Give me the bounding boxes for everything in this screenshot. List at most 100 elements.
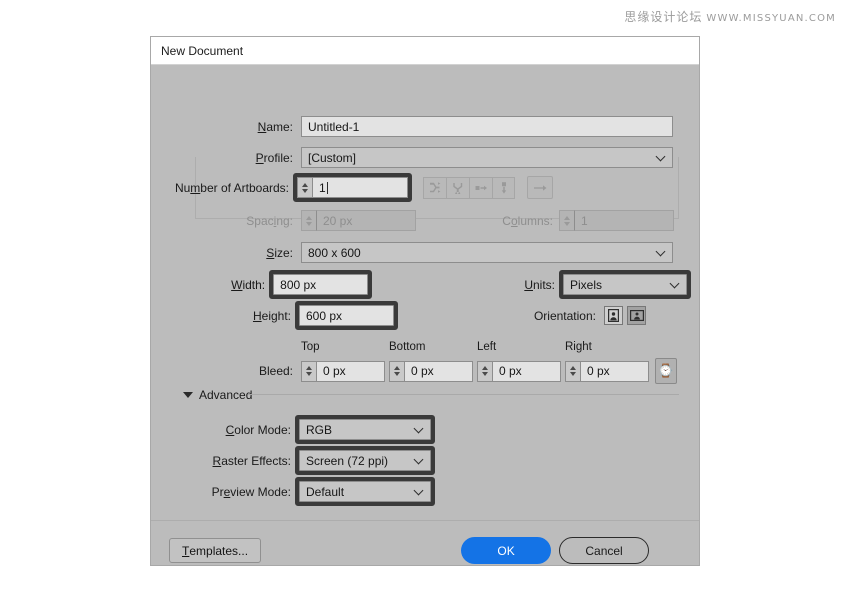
artboards-stepper[interactable]: 1 [297,177,408,198]
landscape-orientation-icon[interactable] [627,306,646,325]
artboards-input[interactable]: 1 [312,177,408,198]
spacing-row: Spacing: 20 px Columns: 1 [151,210,691,231]
cancel-button[interactable]: Cancel [559,537,649,564]
color-mode-row: Color Mode: RGB [151,415,691,444]
bleed-left-spinner-arrows[interactable] [477,361,492,382]
bleed-bottom-input[interactable]: 0 px [404,361,473,382]
raster-effects-focus-ring: Screen (72 ppi) [295,446,435,475]
bleed-label: Bleed: [151,364,293,378]
new-document-dialog: New Document Name: Untitled-1 Profile: [… [150,36,700,566]
bleed-top-spinner-arrows[interactable] [301,361,316,382]
advanced-header[interactable]: Advanced [183,388,683,402]
bleed-right-input[interactable]: 0 px [580,361,649,382]
size-select[interactable]: 800 x 600 [301,242,673,263]
bleed-bottom-spinner-arrows[interactable] [389,361,404,382]
dialog-title: New Document [161,44,243,58]
bleed-top-stepper[interactable]: 0 px [301,361,385,382]
spacing-spinner-arrows [301,210,316,231]
artboard-arrange-group [423,177,515,199]
disclosure-triangle-icon[interactable] [183,392,193,398]
bleed-row: Bleed: 0 px 0 px 0 px 0 px ⌚ [151,358,696,384]
preview-mode-label: Preview Mode: [151,485,291,499]
chevron-down-icon [657,248,665,256]
spacing-stepper: 20 px [301,210,416,231]
color-mode-select[interactable]: RGB [299,419,431,440]
artboards-spinner-arrows[interactable] [297,177,312,198]
templates-button[interactable]: Templates... [169,538,261,563]
height-label: Height: [151,309,291,323]
size-label: Size: [151,246,293,260]
size-value: 800 x 600 [308,246,361,260]
name-row: Name: Untitled-1 [151,116,681,137]
portrait-orientation-icon[interactable] [604,306,623,325]
preview-mode-row: Preview Mode: Default [151,477,691,506]
advanced-separator [248,394,679,395]
width-label: Width: [151,278,265,292]
chevron-down-icon [657,153,665,161]
footer-separator [151,520,699,521]
orientation-toggle-group [604,306,646,325]
columns-label: Columns: [457,214,553,228]
orientation-label: Orientation: [492,309,596,323]
artboards-label: Number of Artboards: [151,181,289,195]
bleed-bottom-stepper[interactable]: 0 px [389,361,473,382]
bleed-right-label: Right [565,341,649,353]
bleed-top-label: Top [301,341,385,353]
ok-button[interactable]: OK [461,537,551,564]
chevron-down-icon [671,280,679,288]
bleed-top-input[interactable]: 0 px [316,361,385,382]
artboards-focus-ring: 1 [293,173,412,202]
columns-spinner-arrows [559,210,574,231]
raster-effects-label: Raster Effects: [151,454,291,468]
spacing-label: Spacing: [151,214,293,228]
preview-mode-focus-ring: Default [295,477,435,506]
profile-select[interactable]: [Custom] [301,147,673,168]
spacing-input: 20 px [316,210,416,231]
dialog-footer: Templates... OK Cancel [169,537,689,564]
profile-row: Profile: [Custom] [151,147,681,168]
chevron-down-icon [415,487,423,495]
watermark: 思缘设计论坛 WWW.MISSYUAN.COM [624,8,836,25]
dialog-body: Name: Untitled-1 Profile: [Custom] Numbe… [151,65,699,566]
color-mode-focus-ring: RGB [295,415,435,444]
name-input[interactable]: Untitled-1 [301,116,673,137]
height-focus-ring: 600 px [295,301,398,330]
height-input[interactable]: 600 px [299,305,394,326]
bleed-left-stepper[interactable]: 0 px [477,361,561,382]
advanced-label: Advanced [199,388,252,402]
screenshot-root: 思缘设计论坛 WWW.MISSYUAN.COM New Document Nam… [0,0,850,600]
columns-input: 1 [574,210,674,231]
bleed-header-row: Top Bottom Left Right [151,341,691,353]
chevron-down-icon [415,456,423,464]
raster-effects-row: Raster Effects: Screen (72 ppi) [151,446,691,475]
artboards-row: Number of Artboards: 1 [151,173,691,202]
width-input[interactable]: 800 px [273,274,368,295]
grid-by-column-icon[interactable] [446,177,469,199]
height-row: Height: 600 px Orientation: [151,301,691,330]
profile-value: [Custom] [308,151,356,165]
link-chain-icon[interactable]: ⌚ [655,358,677,384]
dialog-titlebar: New Document [151,37,699,65]
raster-effects-select[interactable]: Screen (72 ppi) [299,450,431,471]
arrange-by-column-icon[interactable] [492,177,515,199]
profile-label: Profile: [151,151,293,165]
bleed-bottom-label: Bottom [389,341,473,353]
name-label: Name: [151,120,293,134]
bleed-left-input[interactable]: 0 px [492,361,561,382]
watermark-url: WWW.MISSYUAN.COM [706,13,836,24]
right-to-left-layout-icon[interactable] [527,176,553,199]
columns-stepper: 1 [559,210,674,231]
bleed-right-stepper[interactable]: 0 px [565,361,649,382]
chevron-down-icon [415,425,423,433]
bleed-left-label: Left [477,341,561,353]
units-select[interactable]: Pixels [563,274,687,295]
arrange-by-row-icon[interactable] [469,177,492,199]
watermark-site-name: 思缘设计论坛 [624,10,702,24]
width-row: Width: 800 px Units: Pixels [151,270,691,299]
grid-by-row-icon[interactable] [423,177,446,199]
size-row: Size: 800 x 600 [151,242,681,263]
color-mode-label: Color Mode: [151,423,291,437]
preview-mode-select[interactable]: Default [299,481,431,502]
bleed-right-spinner-arrows[interactable] [565,361,580,382]
units-label: Units: [488,278,555,292]
